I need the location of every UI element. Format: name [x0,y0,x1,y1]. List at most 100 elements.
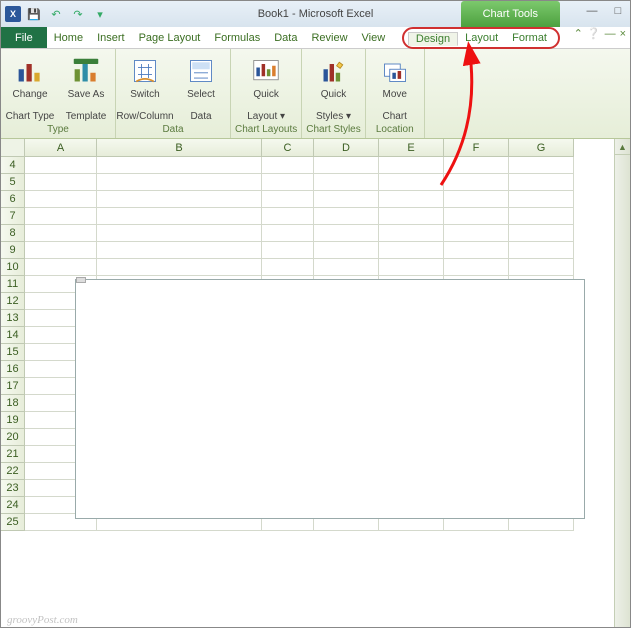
qat-save-button[interactable]: 💾 [25,5,43,23]
chart-legend[interactable] [356,389,584,409]
cell-A8[interactable] [25,225,97,242]
ribbon-minimize-icon[interactable]: ⌃ [574,27,583,40]
row-header-5[interactable]: 5 [1,174,25,191]
row-header-13[interactable]: 13 [1,310,25,327]
cell-E9[interactable] [379,242,444,259]
cell-G7[interactable] [509,208,574,225]
cell-A6[interactable] [25,191,97,208]
cell-G10[interactable] [509,259,574,276]
cell-B7[interactable] [97,208,262,225]
col-header-C[interactable]: C [262,139,314,157]
tab-home[interactable]: Home [47,27,90,48]
row-header-14[interactable]: 14 [1,327,25,344]
pie-plot-area[interactable] [76,284,356,514]
tab-format[interactable]: Format [505,32,554,44]
cell-G6[interactable] [509,191,574,208]
cell-C5[interactable] [262,174,314,191]
cell-E7[interactable] [379,208,444,225]
cell-F8[interactable] [444,225,509,242]
worksheet-grid[interactable]: ABCDEFG 45678910111213141516171819202122… [1,139,630,627]
tab-view[interactable]: View [355,27,393,48]
qat-redo-button[interactable]: ↷ [69,5,87,23]
cell-C6[interactable] [262,191,314,208]
cell-C10[interactable] [262,259,314,276]
cell-A4[interactable] [25,157,97,174]
row-header-24[interactable]: 24 [1,497,25,514]
tab-design[interactable]: Design [408,32,458,46]
cell-C9[interactable] [262,242,314,259]
cell-E5[interactable] [379,174,444,191]
row-header-15[interactable]: 15 [1,344,25,361]
row-header-7[interactable]: 7 [1,208,25,225]
cell-A5[interactable] [25,174,97,191]
row-header-12[interactable]: 12 [1,293,25,310]
tab-page-layout[interactable]: Page Layout [132,27,208,48]
cell-F4[interactable] [444,157,509,174]
quick-styles-button[interactable]: QuickStyles ▾ [309,55,359,122]
col-header-A[interactable]: A [25,139,97,157]
qat-undo-button[interactable]: ↶ [47,5,65,23]
col-header-B[interactable]: B [97,139,262,157]
cells-area[interactable] [25,157,630,627]
change-chart-type-button[interactable]: ChangeChart Type [5,55,55,122]
col-header-F[interactable]: F [444,139,509,157]
tab-data[interactable]: Data [267,27,304,48]
cell-B8[interactable] [97,225,262,242]
cell-G5[interactable] [509,174,574,191]
cell-D6[interactable] [314,191,379,208]
cell-D5[interactable] [314,174,379,191]
cell-D7[interactable] [314,208,379,225]
cell-F6[interactable] [444,191,509,208]
cell-B5[interactable] [97,174,262,191]
row-header-25[interactable]: 25 [1,514,25,531]
tab-review[interactable]: Review [304,27,354,48]
select-all-corner[interactable] [1,139,25,157]
cell-B10[interactable] [97,259,262,276]
cell-C4[interactable] [262,157,314,174]
cell-D9[interactable] [314,242,379,259]
tab-file[interactable]: File [1,27,47,48]
cell-E4[interactable] [379,157,444,174]
cell-E10[interactable] [379,259,444,276]
cell-G4[interactable] [509,157,574,174]
cell-D4[interactable] [314,157,379,174]
cell-E6[interactable] [379,191,444,208]
tab-formulas[interactable]: Formulas [207,27,267,48]
excel-app-icon[interactable]: X [5,6,21,22]
row-header-4[interactable]: 4 [1,157,25,174]
save-as-template-button[interactable]: Save AsTemplate [61,55,111,122]
cell-B6[interactable] [97,191,262,208]
tab-layout[interactable]: Layout [458,32,505,44]
row-header-8[interactable]: 8 [1,225,25,242]
cell-E8[interactable] [379,225,444,242]
cell-F10[interactable] [444,259,509,276]
cell-C7[interactable] [262,208,314,225]
window-restore-button[interactable]: □ [608,3,628,19]
row-header-10[interactable]: 10 [1,259,25,276]
row-header-11[interactable]: 11 [1,276,25,293]
row-header-16[interactable]: 16 [1,361,25,378]
help-icon[interactable]: ❔ [587,27,601,40]
quick-layout-button[interactable]: QuickLayout ▾ [241,55,291,122]
embedded-chart[interactable] [75,279,585,519]
row-header-17[interactable]: 17 [1,378,25,395]
workbook-close-icon[interactable]: × [620,28,626,40]
row-header-18[interactable]: 18 [1,395,25,412]
cell-C8[interactable] [262,225,314,242]
cell-F5[interactable] [444,174,509,191]
cell-G8[interactable] [509,225,574,242]
cell-D8[interactable] [314,225,379,242]
tab-insert[interactable]: Insert [90,27,132,48]
cell-A7[interactable] [25,208,97,225]
cell-B9[interactable] [97,242,262,259]
cell-D10[interactable] [314,259,379,276]
row-header-9[interactable]: 9 [1,242,25,259]
col-header-G[interactable]: G [509,139,574,157]
switch-row-column-button[interactable]: SwitchRow/Column [120,55,170,122]
row-header-6[interactable]: 6 [1,191,25,208]
row-header-21[interactable]: 21 [1,446,25,463]
workbook-min-icon[interactable]: — [605,28,616,40]
row-header-23[interactable]: 23 [1,480,25,497]
cell-B4[interactable] [97,157,262,174]
col-header-E[interactable]: E [379,139,444,157]
